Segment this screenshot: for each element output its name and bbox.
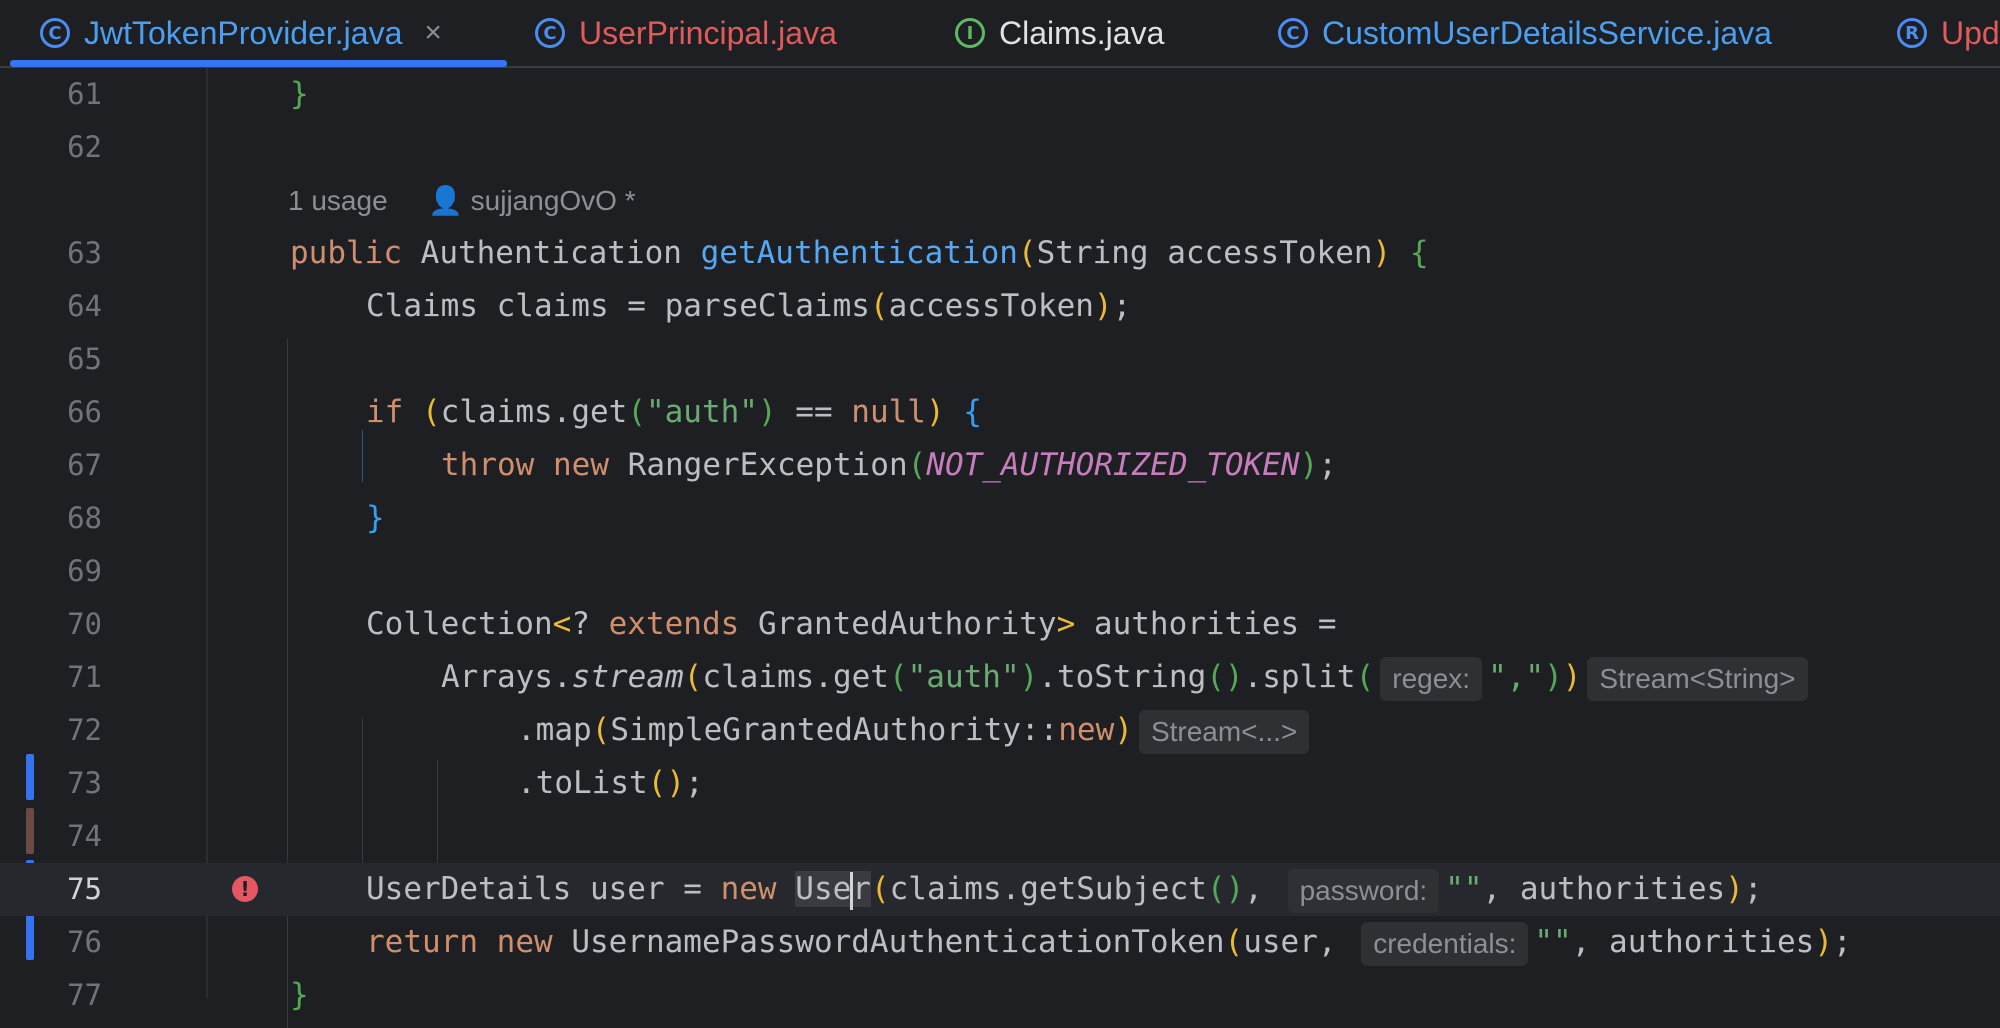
code-line[interactable]: 77 } [0,969,2000,1022]
type-hint-stream: Stream<...> [1138,709,1310,754]
code-line[interactable]: 74 [0,810,2000,863]
tab-label: Upd [1941,14,2000,51]
error-icon[interactable]: ! [232,876,258,902]
code-text: throw new RangerException(NOT_AUTHORIZED… [441,447,1337,483]
code-line[interactable]: 64 Claims claims = parseClaims(accessTok… [0,280,2000,333]
code-text: Claims claims = parseClaims(accessToken)… [366,288,1132,324]
class-icon: C [1278,18,1308,48]
line-number: 64 [67,289,102,323]
person-icon: 👤 [428,185,471,216]
editor-tab-bar: C JwtTokenProvider.java × C UserPrincipa… [0,0,2000,68]
code-text: .map(SimpleGrantedAuthority::new) Stream<… [517,704,1315,757]
line-number: 74 [67,819,102,853]
class-icon: C [535,18,565,48]
code-line[interactable]: 73 .toList(); [0,757,2000,810]
interface-icon: I [955,18,985,48]
close-icon[interactable]: × [424,16,442,50]
line-number: 65 [67,342,102,376]
code-text: } [366,500,385,536]
author-hint[interactable]: 👤 sujjangOvO * [428,174,636,227]
code-line[interactable]: 69 [0,545,2000,598]
code-editor[interactable]: 61 } 62 1 usage 👤 sujjangOvO * 63 public… [0,68,2000,1028]
line-number: 72 [67,713,102,747]
line-number: 61 [67,77,102,111]
code-text: } [290,977,309,1013]
tab-upd[interactable]: R Upd [1897,0,2000,66]
line-number: 76 [67,925,102,959]
usages-hint[interactable]: 1 usage [288,174,388,227]
code-text: public Authentication getAuthentication(… [290,235,1429,271]
code-text: Arrays.stream(claims.get("auth").toStrin… [441,651,1814,704]
code-line[interactable]: 70 Collection<? extends GrantedAuthority… [0,598,2000,651]
line-number: 77 [67,978,102,1012]
type-hint-stream: Stream<String> [1587,656,1808,701]
code-line[interactable]: 76 return new UsernamePasswordAuthentica… [0,916,2000,969]
record-icon: R [1897,18,1927,48]
code-text: if (claims.get("auth") == null) { [366,394,982,430]
tab-custom-user-details-service[interactable]: C CustomUserDetailsService.java [1278,0,1772,66]
code-text: UserDetails user = new User(claims.getSu… [366,863,1763,916]
tab-user-principal[interactable]: C UserPrincipal.java [535,0,837,66]
code-line[interactable]: 65 [0,333,2000,386]
line-number: 73 [67,766,102,800]
param-hint-password: password: [1287,868,1440,913]
line-number: 69 [67,554,102,588]
code-line[interactable]: 71 Arrays.stream(claims.get("auth").toSt… [0,651,2000,704]
tab-jwt-token-provider[interactable]: C JwtTokenProvider.java × [40,0,442,66]
param-hint-regex: regex: [1380,656,1483,701]
code-line[interactable]: 68 } [0,492,2000,545]
active-tab-indicator [10,60,507,67]
line-number: 67 [67,448,102,482]
param-hint-credentials: credentials: [1361,921,1529,966]
code-text: } [290,76,309,112]
code-vision-row: 1 usage 👤 sujjangOvO * [0,174,2000,227]
tab-label: UserPrincipal.java [579,14,837,51]
code-text: Collection<? extends GrantedAuthority> a… [366,606,1337,642]
code-line[interactable]: 61 } [0,68,2000,121]
author-name: sujjangOvO * [470,185,636,216]
code-line[interactable]: 63 public Authentication getAuthenticati… [0,227,2000,280]
code-line[interactable]: 67 throw new RangerException(NOT_AUTHORI… [0,439,2000,492]
code-text: return new UsernamePasswordAuthenticatio… [366,916,1852,969]
tab-claims[interactable]: I Claims.java [955,0,1164,66]
line-number: 70 [67,607,102,641]
tab-label: Claims.java [999,14,1165,51]
code-line[interactable]: 62 [0,121,2000,174]
tab-label: CustomUserDetailsService.java [1322,14,1772,51]
tab-label: JwtTokenProvider.java [84,14,403,51]
line-number: 68 [67,501,102,535]
line-number: 75 [67,872,102,906]
code-line[interactable]: 72 .map(SimpleGrantedAuthority::new) Stre… [0,704,2000,757]
class-icon: C [40,18,70,48]
line-number: 62 [67,130,102,164]
code-line-current[interactable]: 75 ! UserDetails user = new User(claims.… [0,863,2000,916]
line-number: 63 [67,236,102,270]
code-line[interactable]: 66 if (claims.get("auth") == null) { [0,386,2000,439]
line-number: 71 [67,660,102,694]
code-text: .toList(); [517,765,704,801]
line-number: 66 [67,395,102,429]
